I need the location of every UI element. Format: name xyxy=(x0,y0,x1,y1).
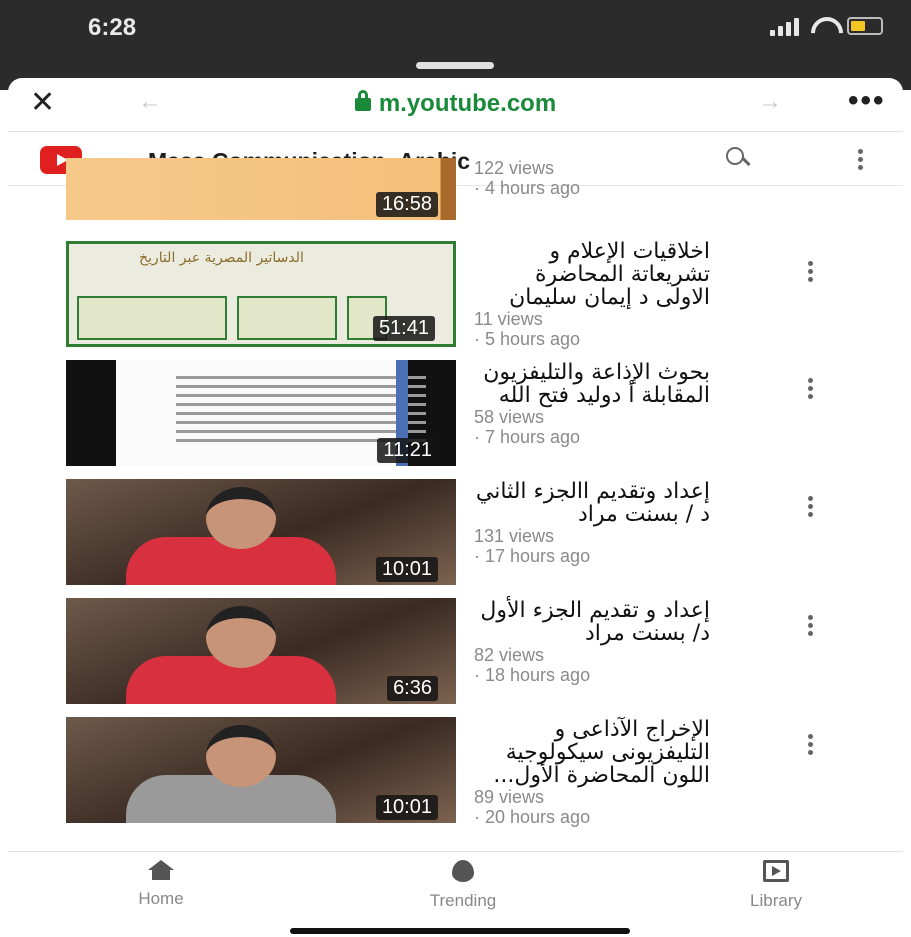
video-meta: الإخراج الآذاعى و التليفزيونى سيكولوجية … xyxy=(474,718,774,827)
thumbnail-textbox xyxy=(77,296,227,340)
video-views: 58 views xyxy=(474,407,545,427)
video-thumbnail[interactable]: 16:58 xyxy=(66,158,456,220)
nav-home[interactable]: Home xyxy=(91,860,231,909)
library-icon xyxy=(763,860,789,882)
video-title[interactable]: إعداد وتقديم االجزء الثاني د / بسنت مراد xyxy=(474,480,710,526)
video-views: 89 views xyxy=(474,787,545,807)
browser-sheet: ✕ ← m.youtube.com → ••• Mass Communicati… xyxy=(8,78,903,937)
video-views: 82 views xyxy=(474,645,545,665)
video-thumbnail[interactable]: 6:36 xyxy=(66,598,456,704)
video-thumbnail[interactable]: 11:21 xyxy=(66,360,456,466)
video-age: · 18 hours ago xyxy=(474,665,591,685)
video-meta: 122 views · 4 hours ago xyxy=(474,158,774,198)
nav-label: Home xyxy=(138,889,184,908)
browser-bar: ✕ ← m.youtube.com → ••• xyxy=(8,78,903,132)
nav-trending[interactable]: Trending xyxy=(393,860,533,911)
status-icons xyxy=(770,16,883,36)
video-meta: بحوث الإذاعة والتليفزيون المقابلة أ دولي… xyxy=(474,361,774,447)
header-menu-icon[interactable] xyxy=(858,149,864,170)
item-menu-icon[interactable] xyxy=(808,734,814,755)
thumbnail-heading: الدساتير المصرية عبر التاريخ xyxy=(139,250,304,266)
video-title[interactable]: اخلاقيات الإعلام و تشريعاتة المحاضرة الا… xyxy=(474,240,710,309)
thumbnail-document xyxy=(116,360,426,466)
video-age: · 20 hours ago xyxy=(474,807,591,827)
url-text: m.youtube.com xyxy=(378,90,557,117)
video-duration: 51:41 xyxy=(372,316,435,341)
video-views: 131 views xyxy=(474,526,555,546)
thumbnail-textbox xyxy=(237,296,337,340)
trending-icon xyxy=(452,860,474,882)
nav-label: Library xyxy=(750,891,802,910)
sheet-grabber[interactable] xyxy=(416,62,494,69)
video-duration: 16:58 xyxy=(375,192,438,217)
status-time: 6:28 xyxy=(88,14,137,41)
video-views: 11 views xyxy=(474,309,543,329)
video-meta: اخلاقيات الإعلام و تشريعاتة المحاضرة الا… xyxy=(474,240,774,349)
video-duration: 11:21 xyxy=(377,438,438,463)
video-meta: إعداد و تقديم الجزء الأول د/ بسنت مراد 8… xyxy=(474,599,774,685)
lock-icon xyxy=(354,90,371,111)
forward-arrow-icon[interactable]: → xyxy=(758,90,782,114)
video-title[interactable]: الإخراج الآذاعى و التليفزيونى سيكولوجية … xyxy=(474,718,710,787)
video-thumbnail[interactable]: 10:01 xyxy=(66,479,456,585)
status-bar: 6:28 xyxy=(0,0,911,90)
more-options-icon[interactable]: ••• xyxy=(848,86,886,116)
video-duration: 10:01 xyxy=(375,795,438,820)
battery-icon xyxy=(847,17,883,35)
bottom-navigation: Home Trending Library xyxy=(8,851,903,913)
nav-label: Trending xyxy=(429,891,497,910)
signal-icon xyxy=(770,16,799,36)
video-meta: إعداد وتقديم االجزء الثاني د / بسنت مراد… xyxy=(474,480,774,566)
nav-library[interactable]: Library xyxy=(706,860,846,911)
home-icon xyxy=(148,860,174,880)
item-menu-icon[interactable] xyxy=(808,378,814,399)
video-title[interactable]: إعداد و تقديم الجزء الأول د/ بسنت مراد xyxy=(474,599,710,645)
video-duration: 6:36 xyxy=(387,676,438,701)
video-thumbnail[interactable]: 10:01 xyxy=(66,717,456,823)
video-title[interactable]: بحوث الإذاعة والتليفزيون المقابلة أ دولي… xyxy=(474,361,710,407)
item-menu-icon[interactable] xyxy=(808,496,814,517)
home-indicator[interactable] xyxy=(290,928,630,934)
item-menu-icon[interactable] xyxy=(808,261,814,282)
video-duration: 10:01 xyxy=(375,557,438,582)
video-age: · 5 hours ago xyxy=(474,329,581,349)
video-age: · 17 hours ago xyxy=(474,546,591,566)
video-views: 122 views xyxy=(474,158,555,178)
video-age: · 7 hours ago xyxy=(474,427,581,447)
wifi-icon xyxy=(811,17,835,35)
item-menu-icon[interactable] xyxy=(808,615,814,636)
video-thumbnail[interactable]: الدساتير المصرية عبر التاريخ 51:41 xyxy=(66,241,456,347)
video-age: · 4 hours ago xyxy=(474,178,581,198)
